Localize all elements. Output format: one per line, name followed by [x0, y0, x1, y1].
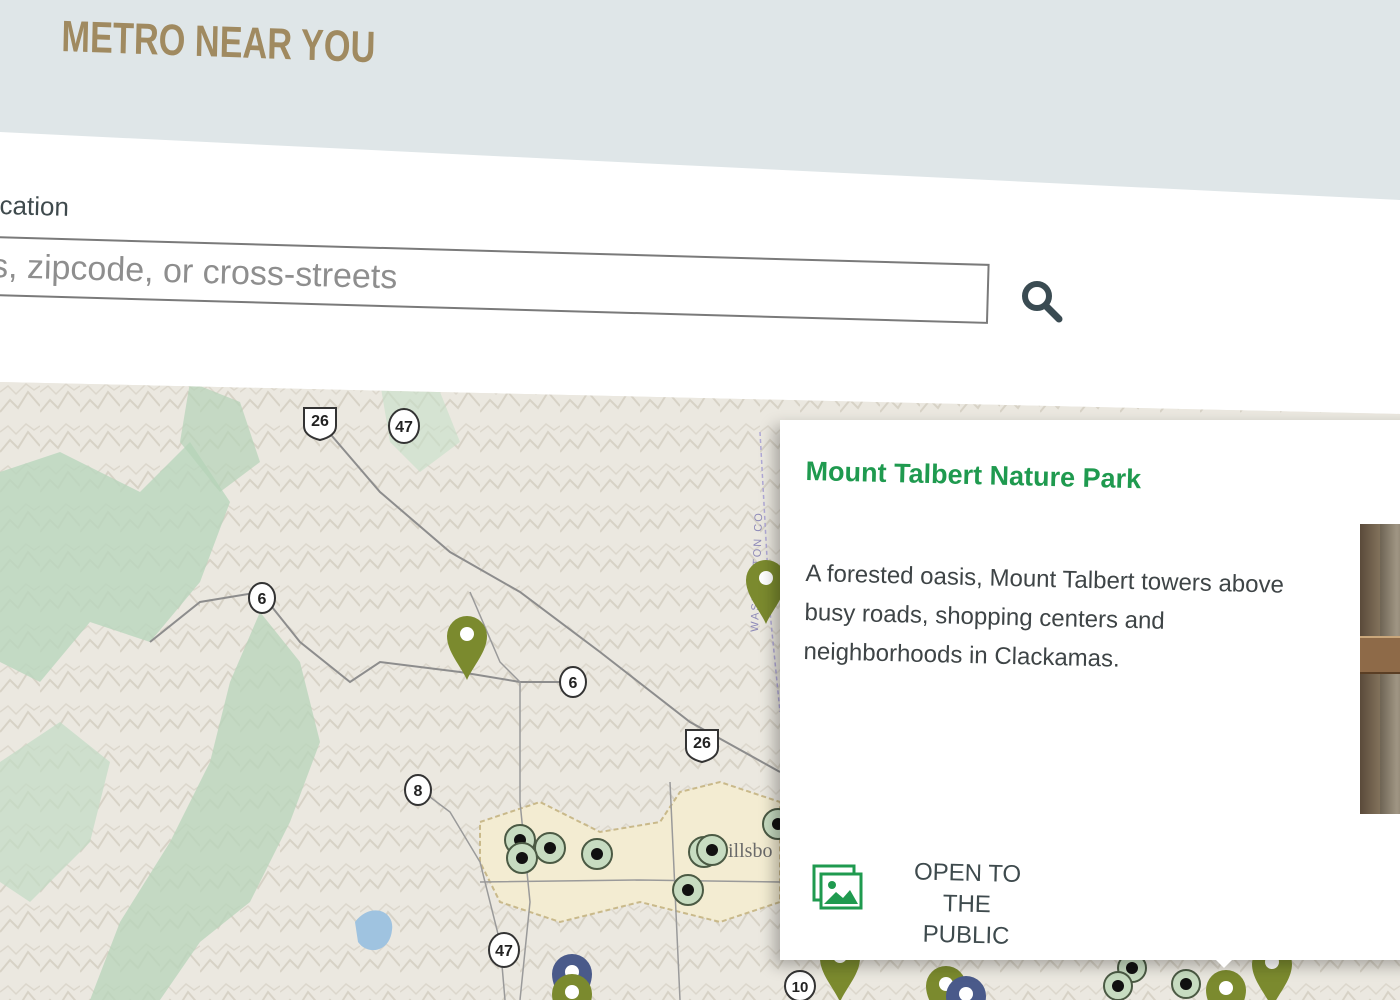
route-shield-8: 8	[404, 774, 432, 806]
route-shield-6: 6	[248, 582, 276, 614]
poi-marker[interactable]	[672, 874, 704, 906]
svg-text:6: 6	[569, 675, 578, 692]
park-description: A forested oasis, Mount Talbert towers a…	[803, 559, 1285, 673]
route-shield-6: 6	[559, 666, 587, 698]
poi-marker[interactable]	[1103, 971, 1133, 1000]
route-shield-47: 47	[388, 408, 420, 444]
route-shield-26: 26	[685, 729, 719, 764]
route-shield-47: 47	[488, 932, 520, 968]
open-status: OPEN TO THE PUBLIC	[896, 856, 1038, 952]
park-title[interactable]: Mount Talbert Nature Park	[805, 456, 1141, 495]
svg-text:26: 26	[311, 413, 329, 430]
svg-text:26: 26	[693, 735, 711, 752]
poi-marker[interactable]	[581, 838, 613, 870]
search-input[interactable]	[0, 236, 990, 324]
poi-marker[interactable]	[506, 842, 538, 874]
search-icon	[1022, 281, 1063, 323]
photo-gallery-icon[interactable]	[812, 864, 864, 912]
poi-marker[interactable]	[534, 832, 566, 864]
place-label: illsbo	[728, 840, 772, 862]
route-shield-10: 10	[784, 970, 816, 1000]
route-shield-26: 26	[303, 407, 337, 442]
poi-marker[interactable]	[1171, 969, 1201, 999]
park-photo[interactable]	[1360, 524, 1400, 814]
search-label: cation	[0, 190, 70, 222]
svg-text:47: 47	[495, 943, 513, 960]
svg-text:47: 47	[395, 419, 413, 436]
search-button[interactable]	[1018, 278, 1066, 326]
open-status-line: THE PUBLIC	[922, 890, 1010, 950]
svg-text:8: 8	[414, 783, 423, 800]
photo-trail-sign	[1360, 636, 1400, 674]
park-info-popup: Mount Talbert Nature Park A forested oas…	[780, 420, 1400, 960]
open-status-line: OPEN TO	[913, 858, 1022, 889]
popup-pointer	[1208, 952, 1240, 968]
svg-text:6: 6	[258, 591, 267, 608]
poi-marker[interactable]	[696, 834, 728, 866]
svg-text:10: 10	[792, 979, 809, 996]
